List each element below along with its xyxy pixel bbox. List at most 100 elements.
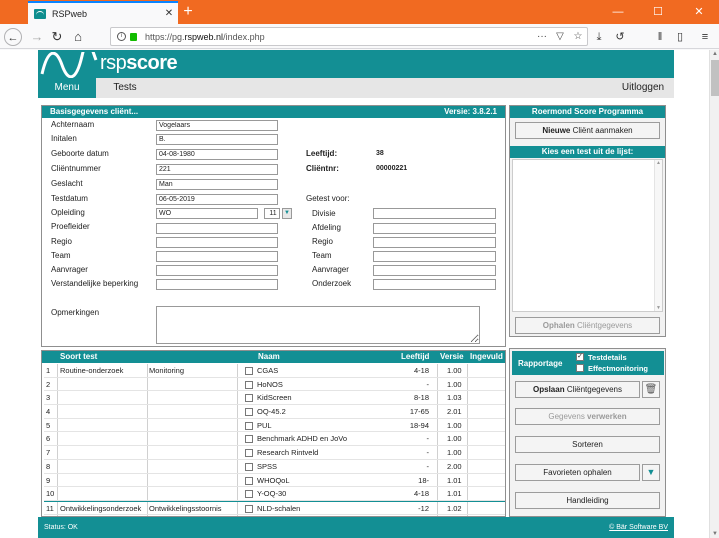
test-list-scrollbar[interactable]: ▲ ▼	[654, 160, 662, 311]
favorites-dropdown-icon[interactable]: ▼	[642, 464, 660, 481]
manual-button[interactable]: Handleiding	[515, 492, 660, 509]
history-icon[interactable]: ↺	[611, 28, 629, 46]
table-row[interactable]: 5 PUL 18-94 1.00	[44, 419, 505, 433]
row-checkbox[interactable]	[245, 394, 253, 403]
table-row[interactable]: 4 OQ-45.2 17-65 2.01	[44, 405, 505, 419]
copyright-link[interactable]: © Bär Software BV	[609, 524, 668, 531]
fetch-client-button[interactable]: Ophalen Cliëntgegevens	[515, 317, 660, 334]
row-leeftijd: 18-94	[409, 420, 429, 430]
reload-icon[interactable]: ↻	[48, 28, 66, 46]
row-checkbox[interactable]	[245, 462, 253, 471]
row-checkbox[interactable]	[245, 408, 253, 417]
scroll-down-icon[interactable]: ▼	[655, 305, 662, 311]
home-icon[interactable]: ⌂	[69, 28, 87, 46]
tab-menu[interactable]: Menu	[38, 78, 96, 98]
pocket-icon[interactable]: ▽	[551, 31, 569, 42]
row-versie: 1.00	[447, 366, 462, 375]
tab-tests[interactable]: Tests	[96, 78, 154, 98]
opmerkingen-textarea[interactable]	[156, 306, 480, 344]
scroll-up-icon[interactable]: ▲	[655, 160, 662, 166]
achternaam-input[interactable]	[156, 120, 278, 131]
browser-tab[interactable]: RSPweb ✕	[28, 1, 178, 24]
row-test-name: Benchmark ADHD en JoVo	[257, 434, 348, 444]
window-close-icon[interactable]: ✕	[679, 0, 719, 24]
row-checkbox[interactable]	[245, 449, 253, 458]
beperking-input[interactable]	[156, 279, 278, 290]
effectmonitoring-checkbox[interactable]	[576, 364, 584, 372]
header-soort-test: Soort test	[60, 352, 98, 361]
row-test-name: HoNOS	[257, 379, 283, 389]
library-icon[interactable]: ‖	[651, 28, 669, 46]
new-client-button[interactable]: Nieuwe Cliënt aanmaken	[515, 122, 660, 139]
row-checkbox[interactable]	[245, 380, 253, 389]
row-checkbox[interactable]	[245, 476, 253, 485]
page-scroll-thumb[interactable]	[711, 60, 719, 96]
table-row[interactable]: 8 SPSS - 2.00	[44, 460, 505, 474]
close-tab-icon[interactable]: ✕	[160, 8, 178, 19]
table-row[interactable]: 6 Benchmark ADHD en JoVo - 1.00	[44, 432, 505, 447]
site-info-icon[interactable]: i	[117, 32, 126, 41]
afdeling-input[interactable]	[373, 223, 496, 234]
row-checkbox[interactable]	[245, 490, 253, 499]
back-arrow-icon[interactable]: ←	[4, 28, 22, 46]
logout-button[interactable]: Uitloggen	[612, 78, 674, 98]
team-getest-input[interactable]	[373, 251, 496, 262]
regio-getest-input[interactable]	[373, 237, 496, 248]
table-row[interactable]: 1 Routine-onderzoek Monitoring CGAS 4-18 1.00	[44, 364, 505, 378]
geslacht-input[interactable]	[156, 179, 278, 190]
aanvrager-input[interactable]	[156, 265, 278, 276]
trash-icon[interactable]: 🗑	[642, 381, 660, 398]
row-leeftijd: -	[426, 379, 430, 389]
table-row[interactable]: 10 Y-OQ-30 4-18 1.01	[44, 487, 505, 501]
regio-input[interactable]	[156, 237, 278, 248]
label-geboortedatum: Geboorte datum	[51, 149, 109, 158]
row-checkbox[interactable]	[245, 504, 253, 513]
bookmark-star-icon[interactable]: ☆	[569, 31, 587, 42]
fetch-favorites-button[interactable]: Favorieten ophalen	[515, 464, 640, 481]
forward-arrow-icon[interactable]: →	[28, 28, 46, 46]
url-bar[interactable]: i https://pg.rspweb.nl/index.php ··· ▽ ☆	[110, 27, 588, 46]
opleiding-dropdown-icon[interactable]: ▼	[282, 208, 292, 219]
aanvrager-getest-input[interactable]	[373, 265, 496, 276]
test-list-box[interactable]: ▲ ▼	[512, 159, 663, 312]
team-input[interactable]	[156, 251, 278, 262]
row-checkbox[interactable]	[245, 421, 253, 430]
divisie-input[interactable]	[373, 208, 496, 219]
header-subbar	[154, 78, 612, 98]
clientnummer-input[interactable]	[156, 164, 278, 175]
effectmonitoring-label: Effectmonitoring	[588, 364, 648, 373]
row-checkbox[interactable]	[245, 435, 253, 444]
opleiding-code[interactable]: 11	[264, 208, 280, 219]
table-row[interactable]: 3 KidScreen 8-18 1.03	[44, 391, 505, 406]
url-text[interactable]: https://pg.rspweb.nl/index.php	[145, 32, 533, 42]
page-actions-icon[interactable]: ···	[533, 31, 551, 42]
new-tab-icon[interactable]: +	[180, 3, 196, 21]
process-data-button[interactable]: Gegevens verwerken	[515, 408, 660, 425]
sidebar-icon[interactable]: ▯	[671, 28, 689, 46]
status-text: Status: OK	[44, 524, 78, 531]
table-row[interactable]: 7 Research Rintveld - 1.00	[44, 446, 505, 460]
row-checkbox[interactable]	[245, 367, 253, 375]
hamburger-menu-icon[interactable]: ≡	[696, 28, 714, 46]
table-row[interactable]: 11 Ontwikkelingsonderzoek Ontwikkelingssto…	[44, 500, 505, 515]
table-row[interactable]: 9 WHOQoL 18- 1.01	[44, 474, 505, 488]
page-scroll-up-icon[interactable]: ▲	[711, 50, 719, 58]
save-client-button[interactable]: Opslaan Cliëntgegevens	[515, 381, 640, 398]
sort-button[interactable]: Sorteren	[515, 436, 660, 453]
proefleider-input[interactable]	[156, 223, 278, 234]
opleiding-input[interactable]	[156, 208, 258, 219]
page-scroll-down-icon[interactable]: ▼	[711, 530, 719, 538]
download-icon[interactable]: ⤓	[590, 28, 608, 46]
table-row[interactable]: 2 HoNOS - 1.00	[44, 378, 505, 392]
testdatum-input[interactable]	[156, 194, 278, 205]
testdetails-checkbox[interactable]: ✓	[576, 353, 584, 361]
geboortedatum-input[interactable]	[156, 149, 278, 160]
label-team: Team	[51, 251, 71, 260]
label-afdeling: Afdeling	[312, 223, 341, 232]
onderzoek-input[interactable]	[373, 279, 496, 290]
minimize-icon[interactable]: —	[598, 0, 638, 24]
maximize-icon[interactable]: ☐	[638, 0, 678, 24]
page-scrollbar[interactable]: ▲ ▼	[709, 50, 719, 538]
label-testdatum: Testdatum	[51, 194, 88, 203]
initialen-input[interactable]	[156, 134, 278, 145]
